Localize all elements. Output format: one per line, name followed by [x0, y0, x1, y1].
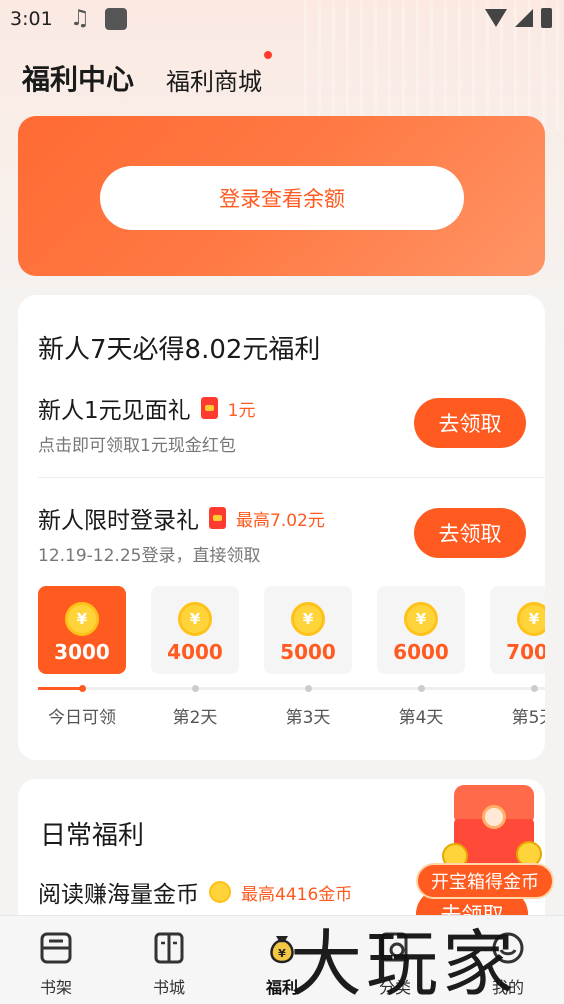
open-chest-button[interactable]: 开宝箱得金币	[416, 863, 554, 899]
battery-icon	[541, 8, 552, 28]
progress-fill	[38, 687, 82, 690]
task-subtitle: 点击即可领取1元现金红包	[38, 436, 236, 456]
checkin-days: ¥ 3000 今日可领 ¥ 4000 第2天 ¥ 5000 第3天 ¥ 6000…	[38, 586, 545, 731]
task-reward: 最高7.02元	[236, 510, 325, 531]
coin-icon: ¥	[65, 602, 99, 636]
notification-icon	[105, 8, 127, 30]
nav-item-category[interactable]: 分类	[339, 916, 451, 1004]
nav-label: 我的	[491, 978, 524, 997]
task-title-text: 新人1元见面礼	[38, 398, 191, 424]
nav-item-profile[interactable]: 我的	[452, 916, 564, 1004]
day-label: 第2天	[172, 708, 218, 728]
day-label: 第4天	[398, 708, 444, 728]
login-view-balance-button[interactable]: 登录查看余额	[100, 166, 464, 230]
nav-label: 分类	[378, 978, 411, 997]
progress-track	[38, 687, 545, 690]
progress-dot	[418, 685, 425, 692]
progress-dot	[79, 685, 86, 692]
money-bag-icon: ¥	[270, 936, 294, 964]
coin-icon	[209, 881, 231, 903]
newbie-title: 新人7天必得8.02元福利	[38, 335, 321, 365]
status-bar: 3:01 ♫	[0, 0, 564, 38]
day-tile[interactable]: ¥ 5000	[264, 586, 352, 674]
progress-dot	[305, 685, 312, 692]
task-reward: 最高4416金币	[241, 884, 353, 905]
divider	[38, 477, 545, 478]
balance-card: 登录查看余额	[18, 116, 545, 276]
task-title-text: 新人限时登录礼	[38, 508, 199, 534]
svg-text:¥: ¥	[278, 947, 286, 960]
profile-icon	[492, 932, 524, 964]
task-title: 新人1元见面礼 1元	[38, 391, 255, 425]
claim-button[interactable]: 去领取	[414, 398, 526, 448]
day-tile[interactable]: ¥ 7000	[490, 586, 545, 674]
day-amount: 4000	[167, 640, 223, 664]
nav-label: 书城	[152, 978, 185, 997]
red-packet-icon	[209, 507, 226, 529]
tab-welfare-mall[interactable]: 福利商城	[166, 62, 262, 97]
nav-label: 福利	[265, 978, 298, 997]
chest-lock	[482, 805, 506, 829]
day-label: 第3天	[285, 708, 331, 728]
nav-item-bookshelf[interactable]: 书架	[0, 916, 112, 1004]
status-icons	[485, 8, 552, 28]
coin-icon: ¥	[517, 602, 545, 636]
day-amount: 5000	[280, 640, 336, 664]
category-search-icon	[380, 932, 410, 963]
day-label: 今日可领	[48, 708, 116, 728]
nav-item-bookstore[interactable]: 书城	[113, 916, 225, 1004]
bottom-nav: 书架 书城 ¥ 福利 分类 我的	[0, 915, 564, 1004]
nav-label: 书架	[39, 978, 72, 997]
progress-dot	[531, 685, 538, 692]
coin-icon: ¥	[291, 602, 325, 636]
page-title[interactable]: 福利中心	[22, 58, 134, 98]
day-label: 第5天	[511, 708, 545, 728]
wifi-icon	[485, 9, 507, 27]
task-title-text: 阅读赚海量金币	[38, 882, 199, 908]
day-tile[interactable]: ¥ 6000	[377, 586, 465, 674]
day-tile[interactable]: ¥ 3000	[38, 586, 126, 674]
nav-item-welfare[interactable]: ¥ 福利	[226, 916, 338, 1004]
claim-button[interactable]: 去领取	[414, 508, 526, 558]
coin-icon: ¥	[178, 602, 212, 636]
status-time: 3:01	[10, 8, 53, 30]
task-title: 新人限时登录礼 最高7.02元	[38, 501, 325, 535]
daily-title: 日常福利	[40, 821, 145, 851]
day-amount: 6000	[393, 640, 449, 664]
new-badge-dot	[264, 51, 272, 59]
task-subtitle: 12.19-12.25登录，直接领取	[38, 546, 261, 566]
bookshelf-icon	[40, 932, 72, 964]
red-packet-icon	[200, 397, 218, 419]
task-title: 阅读赚海量金币 最高4416金币	[38, 875, 352, 909]
signal-icon	[515, 9, 533, 27]
coin-icon: ¥	[404, 602, 438, 636]
newbie-welfare-card: 新人7天必得8.02元福利 新人1元见面礼 1元 点击即可领取1元现金红包 去领…	[18, 295, 545, 760]
day-amount: 3000	[54, 640, 110, 664]
book-icon	[154, 932, 184, 964]
music-note-icon: ♫	[70, 6, 90, 31]
task-reward: 1元	[227, 400, 256, 421]
progress-dot	[192, 685, 199, 692]
day-tile[interactable]: ¥ 4000	[151, 586, 239, 674]
day-amount: 7000	[506, 640, 545, 664]
